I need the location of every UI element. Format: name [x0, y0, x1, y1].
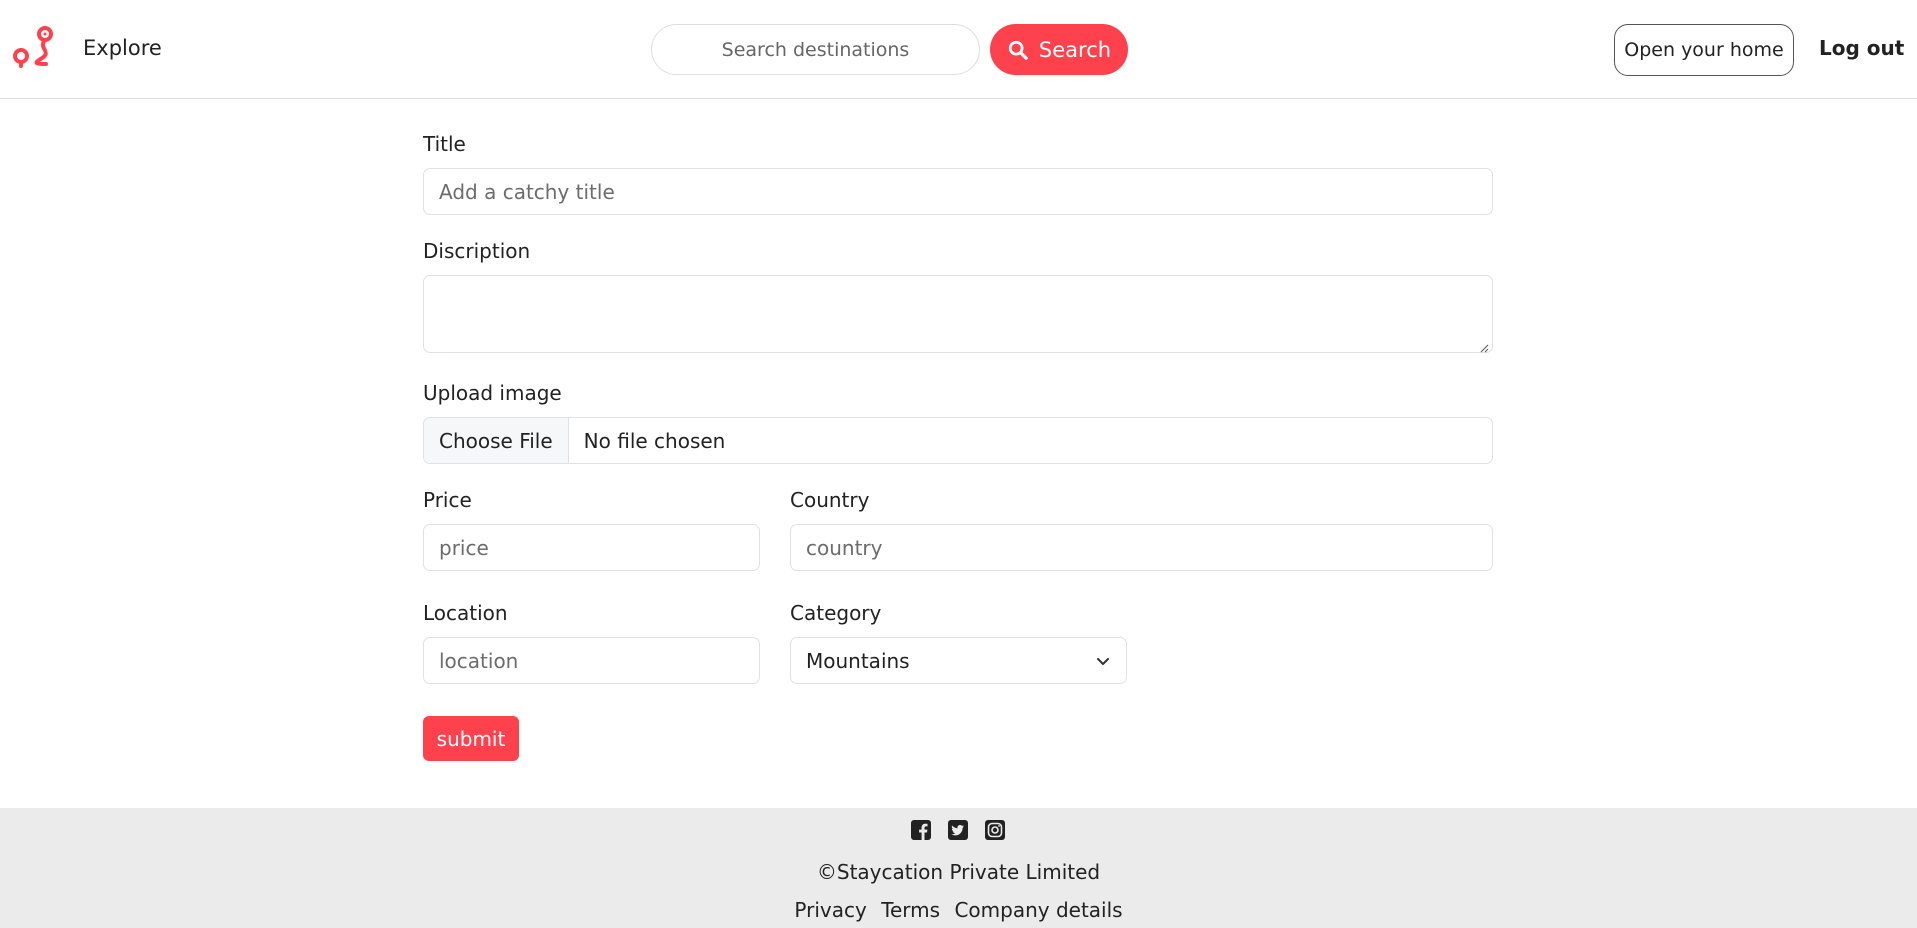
choose-file-button[interactable]: Choose File: [424, 418, 569, 463]
footer-links: Privacy Terms Company details: [0, 898, 1917, 922]
navbar: Explore Search Open your home Log out: [0, 0, 1917, 99]
resize-grip-icon[interactable]: [1479, 343, 1489, 353]
price-country-row: Price Country: [423, 488, 1493, 571]
country-input[interactable]: [790, 524, 1493, 571]
description-group: Discription: [423, 239, 1493, 357]
terms-link[interactable]: Terms: [881, 898, 940, 922]
location-group: Location: [423, 601, 760, 684]
country-group: Country: [790, 488, 1493, 571]
twitter-icon[interactable]: [947, 819, 969, 841]
category-label: Category: [790, 601, 882, 625]
instagram-icon[interactable]: [984, 819, 1006, 841]
country-label: Country: [790, 488, 870, 512]
logout-link[interactable]: Log out: [1819, 36, 1904, 60]
footer: ©Staycation Private Limited Privacy Term…: [0, 808, 1917, 928]
description-textarea[interactable]: [423, 275, 1493, 353]
copyright-text: ©Staycation Private Limited: [816, 860, 1101, 884]
submit-button[interactable]: submit: [423, 716, 519, 761]
location-input[interactable]: [423, 637, 760, 684]
category-selected-value: Mountains: [806, 648, 910, 673]
file-status-text: No file chosen: [583, 428, 726, 453]
title-label: Title: [423, 132, 466, 156]
search-input[interactable]: [651, 24, 980, 75]
upload-label: Upload image: [423, 381, 562, 405]
category-select[interactable]: Mountains: [790, 637, 1127, 684]
title-group: Title: [423, 132, 1493, 215]
chevron-down-icon: [1097, 657, 1109, 665]
location-category-row: Location Category Mountains: [423, 601, 1493, 684]
facebook-icon[interactable]: [910, 819, 932, 841]
compass-logo-icon[interactable]: [12, 26, 56, 70]
price-group: Price: [423, 488, 760, 571]
price-label: Price: [423, 488, 472, 512]
file-input[interactable]: Choose File No file chosen: [423, 417, 1493, 464]
nav-explore-link[interactable]: Explore: [83, 36, 162, 60]
category-group: Category Mountains: [790, 601, 1127, 684]
search-button[interactable]: Search: [990, 24, 1128, 75]
search-button-label: Search: [1038, 37, 1112, 62]
description-label: Discription: [423, 239, 531, 263]
new-listing-form: Title Discription Upload image Choose Fi…: [423, 132, 1493, 761]
open-your-home-button[interactable]: Open your home: [1614, 24, 1794, 76]
title-input[interactable]: [423, 168, 1493, 215]
location-label: Location: [423, 601, 508, 625]
price-input[interactable]: [423, 524, 760, 571]
social-links: [910, 819, 1006, 841]
upload-group: Upload image Choose File No file chosen: [423, 381, 1493, 464]
privacy-link[interactable]: Privacy: [794, 898, 866, 922]
search-icon: [1008, 40, 1028, 60]
company-details-link[interactable]: Company details: [954, 898, 1122, 922]
